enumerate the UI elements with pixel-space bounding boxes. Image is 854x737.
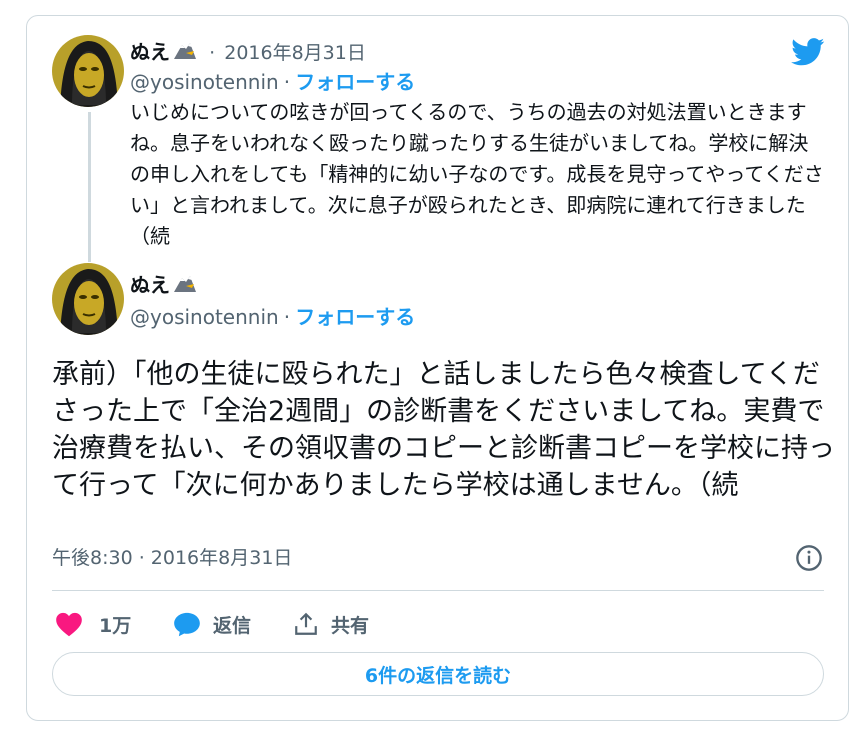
- parent-handle-row: @yosinotennin · フォローする: [130, 66, 415, 95]
- reply-label: 返信: [213, 614, 252, 637]
- tweet-timestamp[interactable]: 午後8:30 · 2016年8月31日: [52, 543, 292, 570]
- main-avatar[interactable]: [52, 263, 124, 335]
- handle-separator: ·: [283, 70, 291, 94]
- handle-separator: ·: [283, 305, 291, 329]
- parent-tweet-text: いじめについての呟きが回ってくるので、うちの過去の対処法置いときますね。息子をい…: [130, 100, 824, 248]
- follow-button[interactable]: フォローする: [295, 305, 415, 329]
- reply-button[interactable]: 返信: [173, 604, 251, 644]
- avatar-image: [52, 263, 124, 335]
- eagle-icon: [172, 272, 198, 298]
- share-button[interactable]: 共有: [293, 604, 369, 644]
- main-tweet-text: 承前）「他の生徒に殴られた」と話しましたら色々検査してくださった上で「全治2週間…: [52, 359, 835, 501]
- read-replies-button[interactable]: 6件の返信を読む: [52, 652, 824, 696]
- parent-date[interactable]: 2016年8月31日: [224, 42, 366, 64]
- author-name[interactable]: ぬえ: [130, 273, 170, 297]
- main-author-row: ぬえ: [130, 269, 198, 298]
- author-name[interactable]: ぬえ: [130, 40, 170, 64]
- author-handle[interactable]: @yosinotennin: [130, 305, 279, 329]
- thread-connector: [88, 112, 91, 262]
- parent-avatar[interactable]: [52, 35, 124, 107]
- speech-bubble-icon: [174, 612, 200, 637]
- divider: [52, 590, 824, 591]
- follow-button[interactable]: フォローする: [295, 70, 415, 94]
- like-button[interactable]: 1万: [55, 604, 131, 644]
- avatar-image: [52, 35, 124, 107]
- tweet-embed-card: ぬえ · 2016年8月31日 @yosinotennin · フォローする い…: [26, 15, 849, 721]
- main-handle-row: @yosinotennin · フォローする: [130, 301, 415, 330]
- info-icon[interactable]: [795, 544, 823, 572]
- share-label: 共有: [331, 614, 370, 637]
- like-count: 1万: [99, 614, 132, 637]
- author-handle[interactable]: @yosinotennin: [130, 70, 279, 94]
- eagle-icon: [172, 39, 198, 65]
- parent-author-row: ぬえ · 2016年8月31日: [130, 36, 366, 65]
- date-separator: ·: [209, 42, 216, 64]
- heart-icon: [56, 612, 82, 637]
- share-icon: [295, 612, 317, 635]
- twitter-bird-icon[interactable]: [791, 38, 825, 66]
